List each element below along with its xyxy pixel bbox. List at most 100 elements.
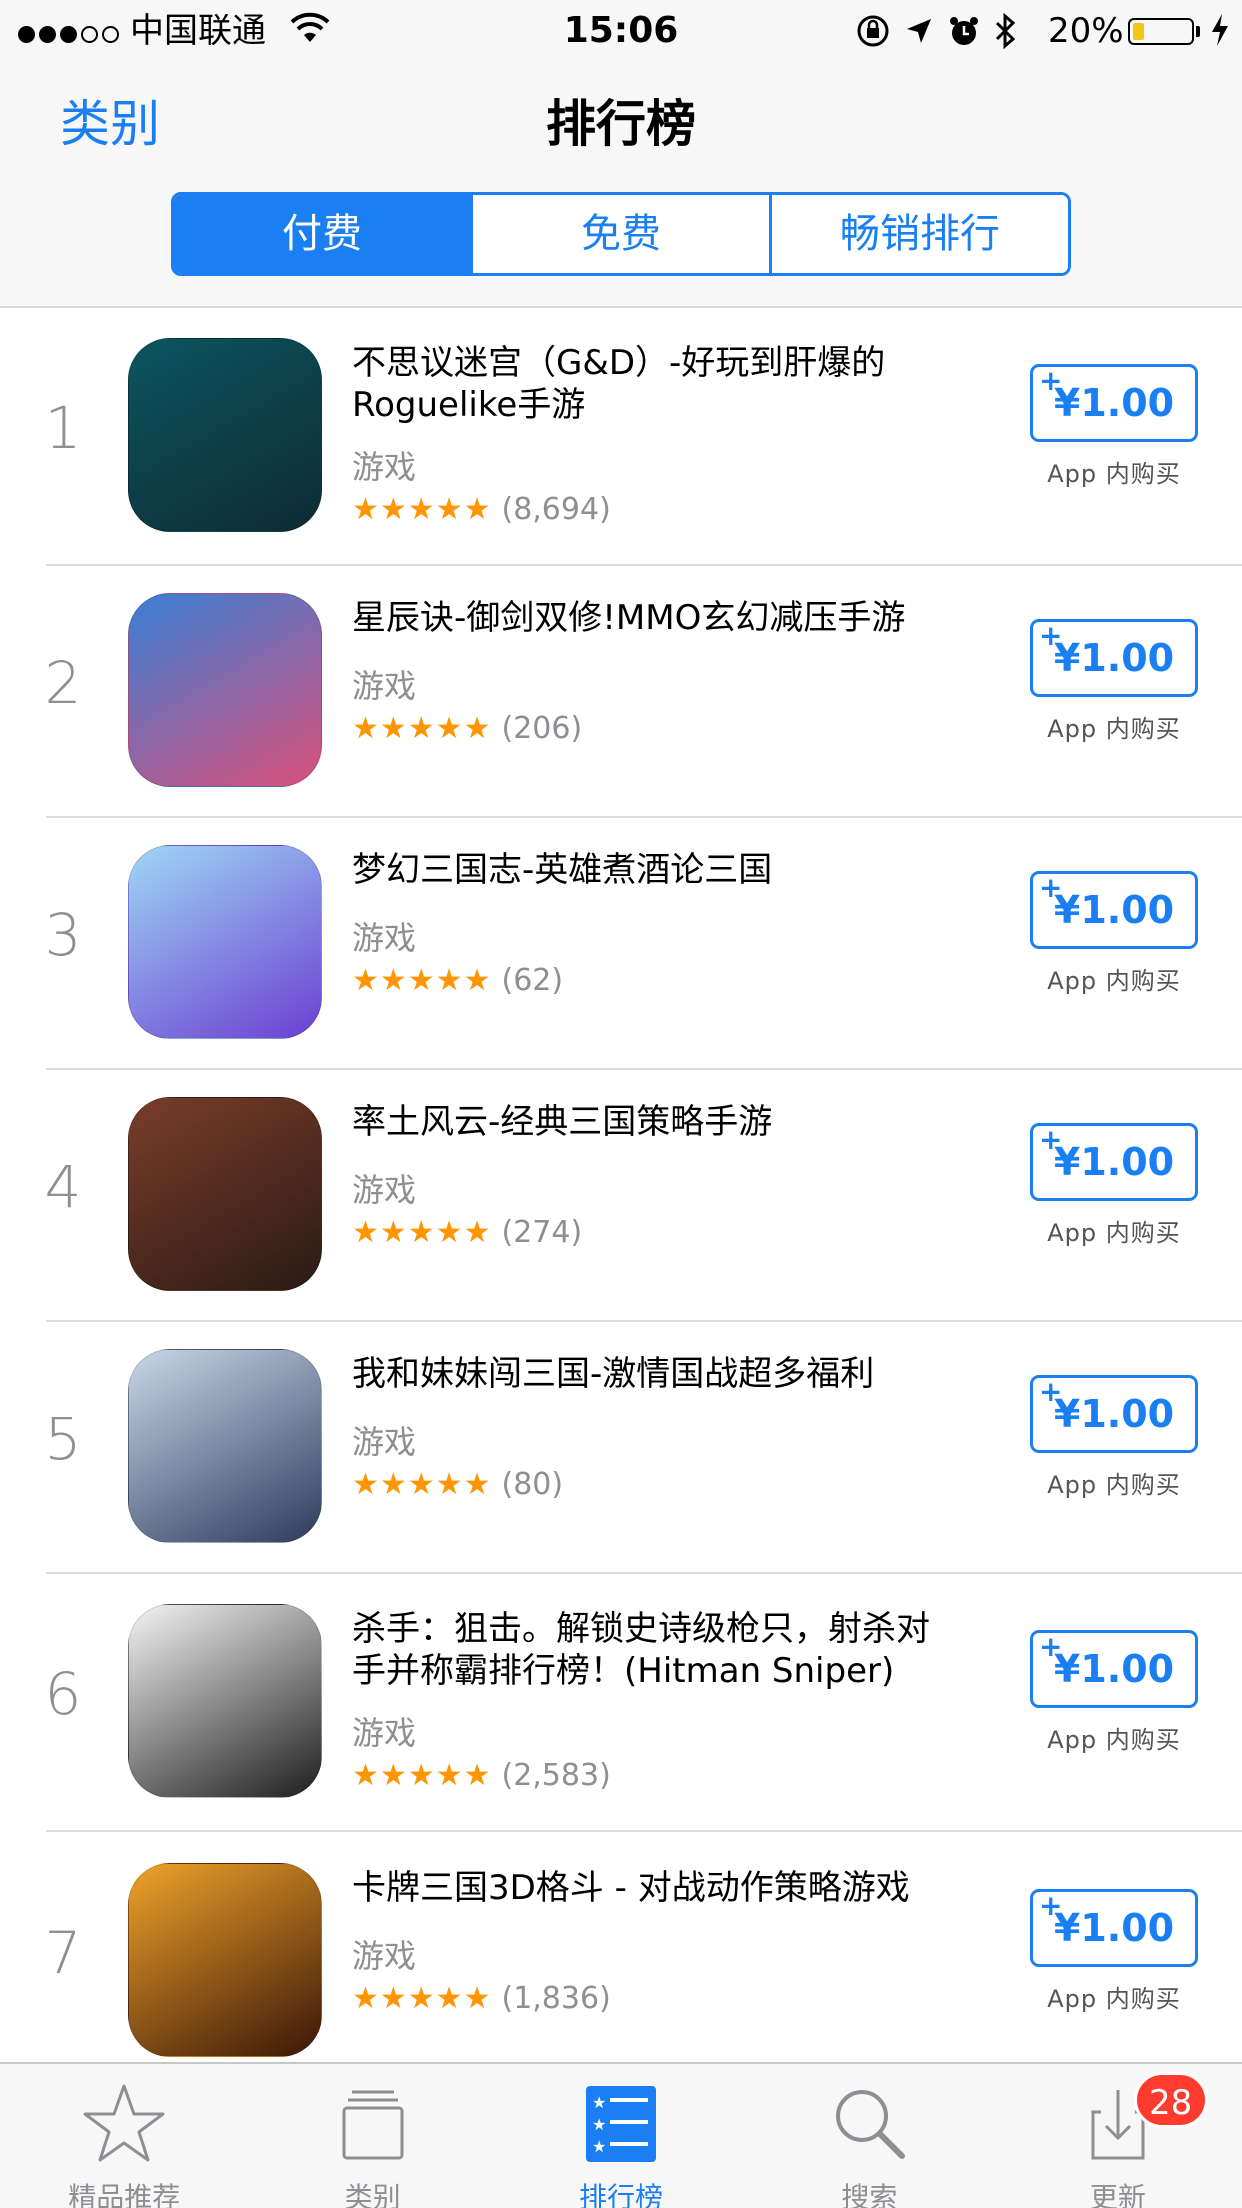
in-app-purchase-label: App 内购买 xyxy=(1047,715,1181,743)
rank-number: 2 xyxy=(44,649,82,717)
plus-icon: + xyxy=(1039,619,1063,652)
tab-label: 精品推荐 xyxy=(68,2181,181,2208)
tab-label: 排行榜 xyxy=(579,2181,664,2208)
tab-updates[interactable]: 28 更新 xyxy=(994,2064,1242,2208)
app-category: 游戏 xyxy=(352,1937,417,1975)
in-app-purchase-label: App 内购买 xyxy=(1047,1985,1181,2013)
app-list-row[interactable]: 2 星辰诀-御剑双修!MMO玄幻减压手游 游戏 ★★★★★ (206) + ¥1… xyxy=(0,566,1242,818)
in-app-purchase-label: App 内购买 xyxy=(1047,460,1181,488)
app-name: 卡牌三国3D格斗 - 对战动作策略游戏 xyxy=(352,1868,910,1908)
in-app-purchase-label: App 内购买 xyxy=(1047,1471,1181,1499)
app-rating: ★★★★★ (80) xyxy=(352,1467,563,1502)
rating-stars: ★★★★★ xyxy=(352,711,492,746)
plus-icon: + xyxy=(1039,1630,1063,1663)
buy-price-button[interactable]: + ¥1.00 xyxy=(1030,1375,1198,1453)
app-list-row[interactable]: 6 杀手：狙击。解锁史诗级枪只，射杀对手并称霸排行榜！(Hitman Snipe… xyxy=(0,1574,1242,1832)
tab-label: 更新 xyxy=(1089,2181,1146,2208)
app-list-row[interactable]: 1 不思议迷宫（G&D）-好玩到肝爆的Roguelike手游 游戏 ★★★★★ … xyxy=(0,308,1242,566)
list-icon: ★ ★ ★ xyxy=(586,2086,657,2162)
tab-categories[interactable]: 类别 xyxy=(248,2064,496,2208)
review-count: (1,836) xyxy=(501,1981,611,2016)
tab-top-charts[interactable]: ★ ★ ★ 排行榜 xyxy=(497,2064,745,2208)
app-rating: ★★★★★ (1,836) xyxy=(352,1981,611,2016)
app-icon[interactable] xyxy=(128,593,322,787)
app-icon[interactable] xyxy=(128,1349,322,1543)
app-name: 星辰诀-御剑双修!MMO玄幻减压手游 xyxy=(352,598,906,638)
app-category: 游戏 xyxy=(352,1423,417,1461)
status-icons xyxy=(855,12,1019,50)
tab-label: 搜索 xyxy=(841,2181,898,2208)
rank-number: 3 xyxy=(44,901,82,969)
review-count: (2,583) xyxy=(501,1758,611,1793)
app-icon[interactable] xyxy=(128,845,322,1039)
tab-search[interactable]: 搜索 xyxy=(745,2064,993,2208)
review-count: (80) xyxy=(501,1467,564,1502)
plus-icon: + xyxy=(1039,871,1063,904)
app-name: 我和妹妹闯三国-激情国战超多福利 xyxy=(352,1354,875,1394)
rating-stars: ★★★★★ xyxy=(352,1758,492,1793)
svg-text:★: ★ xyxy=(592,2115,606,2134)
price-label: ¥1.00 xyxy=(1053,381,1175,425)
app-icon[interactable] xyxy=(128,338,322,532)
price-label: ¥1.00 xyxy=(1053,636,1175,680)
app-category: 游戏 xyxy=(352,1714,417,1752)
app-ranking-list: 1 不思议迷宫（G&D）-好玩到肝爆的Roguelike手游 游戏 ★★★★★ … xyxy=(0,308,1242,2092)
battery-icon xyxy=(1128,18,1194,45)
buy-price-button[interactable]: + ¥1.00 xyxy=(1030,364,1198,442)
app-name: 梦幻三国志-英雄煮酒论三国 xyxy=(352,850,773,890)
rating-stars: ★★★★★ xyxy=(352,492,492,527)
buy-price-button[interactable]: + ¥1.00 xyxy=(1030,1630,1198,1708)
alarm-icon xyxy=(950,17,978,45)
buy-price-button[interactable]: + ¥1.00 xyxy=(1030,1123,1198,1201)
tab-featured[interactable]: 精品推荐 xyxy=(0,2064,248,2208)
rating-stars: ★★★★★ xyxy=(352,963,492,998)
buy-price-button[interactable]: + ¥1.00 xyxy=(1030,1889,1198,1967)
review-count: (8,694) xyxy=(501,492,611,527)
chart-type-segmented-control: 付费 免费 畅销排行 xyxy=(171,192,1071,276)
in-app-purchase-label: App 内购买 xyxy=(1047,1726,1181,1754)
app-name: 不思议迷宫（G&D）-好玩到肝爆的Roguelike手游 xyxy=(352,343,886,425)
tab-bar: 精品推荐 类别 ★ ★ ★ 排行榜 搜索 28 更新 xyxy=(0,2062,1242,2208)
app-icon[interactable] xyxy=(128,1097,322,1291)
review-count: (62) xyxy=(501,963,564,998)
app-list-row[interactable]: 7 卡牌三国3D格斗 - 对战动作策略游戏 游戏 ★★★★★ (1,836) +… xyxy=(0,1832,1242,2092)
app-name: 杀手：狙击。解锁史诗级枪只，射杀对手并称霸排行榜！(Hitman Sniper) xyxy=(352,1609,930,1691)
tab-label: 类别 xyxy=(344,2181,401,2208)
location-icon xyxy=(907,19,931,43)
rank-number: 1 xyxy=(44,394,82,462)
price-label: ¥1.00 xyxy=(1053,888,1175,932)
rating-stars: ★★★★★ xyxy=(352,1981,492,2016)
review-count: (274) xyxy=(501,1215,583,1250)
segment-free[interactable]: 免费 xyxy=(470,195,769,273)
app-rating: ★★★★★ (274) xyxy=(352,1215,582,1250)
buy-price-button[interactable]: + ¥1.00 xyxy=(1030,619,1198,697)
updates-badge: 28 xyxy=(1133,2072,1208,2128)
app-list-row[interactable]: 5 我和妹妹闯三国-激情国战超多福利 游戏 ★★★★★ (80) + ¥1.00… xyxy=(0,1322,1242,1574)
in-app-purchase-label: App 内购买 xyxy=(1047,1219,1181,1247)
status-bar: 中国联通 15:06 20% xyxy=(0,0,1242,62)
app-rating: ★★★★★ (62) xyxy=(352,963,563,998)
categories-icon xyxy=(342,2090,404,2160)
app-category: 游戏 xyxy=(352,919,417,957)
page-title: 排行榜 xyxy=(546,95,696,153)
battery-tip xyxy=(1196,26,1200,37)
buy-price-button[interactable]: + ¥1.00 xyxy=(1030,871,1198,949)
app-icon[interactable] xyxy=(128,1604,322,1798)
app-store-screen: 中国联通 15:06 20% 类别 排行榜 付费 免费 畅销排行 1 不思议迷宫… xyxy=(0,0,1242,2208)
segment-top-grossing[interactable]: 畅销排行 xyxy=(769,195,1068,273)
segment-paid[interactable]: 付费 xyxy=(174,195,470,273)
rank-number: 4 xyxy=(44,1153,82,1221)
search-icon xyxy=(836,2090,906,2159)
app-rating: ★★★★★ (8,694) xyxy=(352,492,611,527)
app-list-row[interactable]: 4 率土风云-经典三国策略手游 游戏 ★★★★★ (274) + ¥1.00 A… xyxy=(0,1070,1242,1322)
price-label: ¥1.00 xyxy=(1053,1140,1175,1184)
app-icon[interactable] xyxy=(128,1863,322,2057)
app-rating: ★★★★★ (206) xyxy=(352,711,582,746)
price-label: ¥1.00 xyxy=(1053,1647,1175,1691)
bluetooth-icon xyxy=(995,12,1016,50)
rank-number: 6 xyxy=(44,1660,82,1728)
app-list-row[interactable]: 3 梦幻三国志-英雄煮酒论三国 游戏 ★★★★★ (62) + ¥1.00 Ap… xyxy=(0,818,1242,1070)
rank-number: 5 xyxy=(44,1405,82,1473)
rank-number: 7 xyxy=(44,1919,82,1987)
svg-text:★: ★ xyxy=(592,2093,606,2112)
